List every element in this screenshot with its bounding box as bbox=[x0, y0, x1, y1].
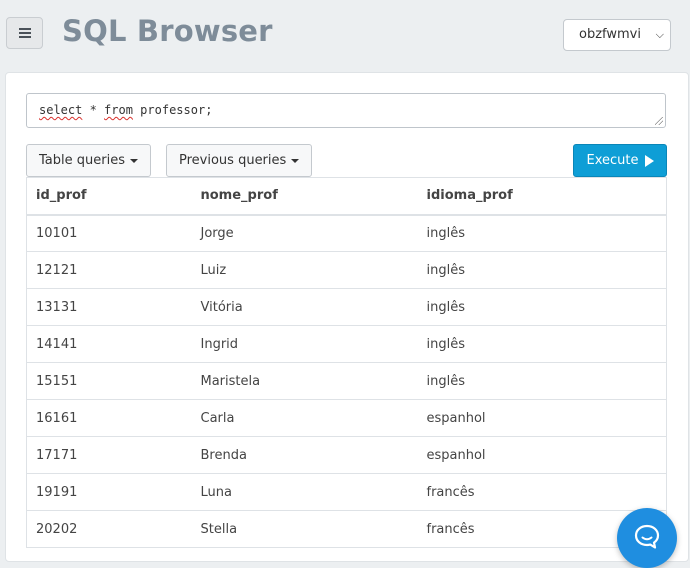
results-table: id_prof nome_prof idioma_prof 10101 Jorg… bbox=[26, 177, 667, 548]
table-row: 16161 Carla espanhol bbox=[26, 399, 667, 437]
hamburger-menu-icon bbox=[18, 28, 31, 38]
play-icon bbox=[644, 154, 654, 167]
table-cell: 10101 bbox=[26, 214, 192, 252]
database-select-value: obzfwmvi bbox=[579, 27, 641, 42]
chat-bubble-icon bbox=[634, 524, 660, 549]
table-cell: Stella bbox=[191, 510, 418, 548]
execute-label: Execute bbox=[586, 153, 639, 168]
column-header[interactable]: idioma_prof bbox=[417, 177, 667, 216]
table-cell: inglês bbox=[417, 362, 667, 400]
table-cell: 17171 bbox=[26, 436, 192, 474]
query-keyword-select: select bbox=[39, 103, 83, 117]
query-text-rest: professor; bbox=[132, 103, 213, 117]
table-cell: Vitória bbox=[191, 288, 418, 326]
top-bar: SQL Browser obzfwmvi ⌵ bbox=[0, 0, 690, 70]
table-row: 12121 Luiz inglês bbox=[26, 251, 667, 289]
caret-down-icon bbox=[291, 158, 300, 163]
column-header[interactable]: id_prof bbox=[26, 177, 192, 216]
caret-down-icon bbox=[129, 158, 138, 163]
app-title: SQL Browser bbox=[62, 14, 273, 48]
table-cell: Carla bbox=[191, 399, 418, 437]
resize-handle[interactable] bbox=[655, 117, 663, 125]
table-cell: Maristela bbox=[191, 362, 418, 400]
table-row: 17171 Brenda espanhol bbox=[26, 436, 667, 474]
table-row: 19191 Luna francês bbox=[26, 473, 667, 511]
table-row: 15151 Maristela inglês bbox=[26, 362, 667, 400]
chevron-down-icon: ⌵ bbox=[655, 28, 664, 41]
table-cell: 19191 bbox=[26, 473, 192, 511]
table-cell: Ingrid bbox=[191, 325, 418, 363]
table-cell: espanhol bbox=[417, 436, 667, 474]
execute-button[interactable]: Execute bbox=[573, 144, 667, 177]
table-cell: inglês bbox=[417, 288, 667, 326]
chat-launcher-button[interactable] bbox=[617, 508, 677, 568]
table-cell: Brenda bbox=[191, 436, 418, 474]
table-cell: espanhol bbox=[417, 399, 667, 437]
table-cell: francês bbox=[417, 473, 667, 511]
table-row: 13131 Vitória inglês bbox=[26, 288, 667, 326]
previous-queries-button[interactable]: Previous queries bbox=[166, 144, 313, 177]
table-cell: 14141 bbox=[26, 325, 192, 363]
column-header[interactable]: nome_prof bbox=[191, 177, 418, 216]
table-queries-button[interactable]: Table queries bbox=[26, 144, 151, 177]
menu-button[interactable] bbox=[6, 17, 43, 49]
table-header-row: id_prof nome_prof idioma_prof bbox=[26, 177, 667, 216]
table-cell: 13131 bbox=[26, 288, 192, 326]
main-panel: select * from professor; Table queries P… bbox=[5, 72, 689, 562]
table-cell: 20202 bbox=[26, 510, 192, 548]
table-cell: 15151 bbox=[26, 362, 192, 400]
table-cell: inglês bbox=[417, 325, 667, 363]
table-row: 20202 Stella francês bbox=[26, 510, 667, 548]
table-row: 14141 Ingrid inglês bbox=[26, 325, 667, 363]
table-queries-label: Table queries bbox=[39, 153, 125, 168]
query-text-mid: * bbox=[82, 103, 105, 117]
query-editor[interactable]: select * from professor; bbox=[26, 93, 666, 128]
table-cell: inglês bbox=[417, 214, 667, 252]
previous-queries-label: Previous queries bbox=[179, 153, 287, 168]
table-cell: Luiz bbox=[191, 251, 418, 289]
table-cell: inglês bbox=[417, 251, 667, 289]
table-cell: 16161 bbox=[26, 399, 192, 437]
table-row: 10101 Jorge inglês bbox=[26, 214, 667, 252]
table-cell: 12121 bbox=[26, 251, 192, 289]
table-cell: Luna bbox=[191, 473, 418, 511]
query-keyword-from: from bbox=[104, 103, 133, 117]
database-select[interactable]: obzfwmvi ⌵ bbox=[563, 19, 671, 51]
table-cell: Jorge bbox=[191, 214, 418, 252]
